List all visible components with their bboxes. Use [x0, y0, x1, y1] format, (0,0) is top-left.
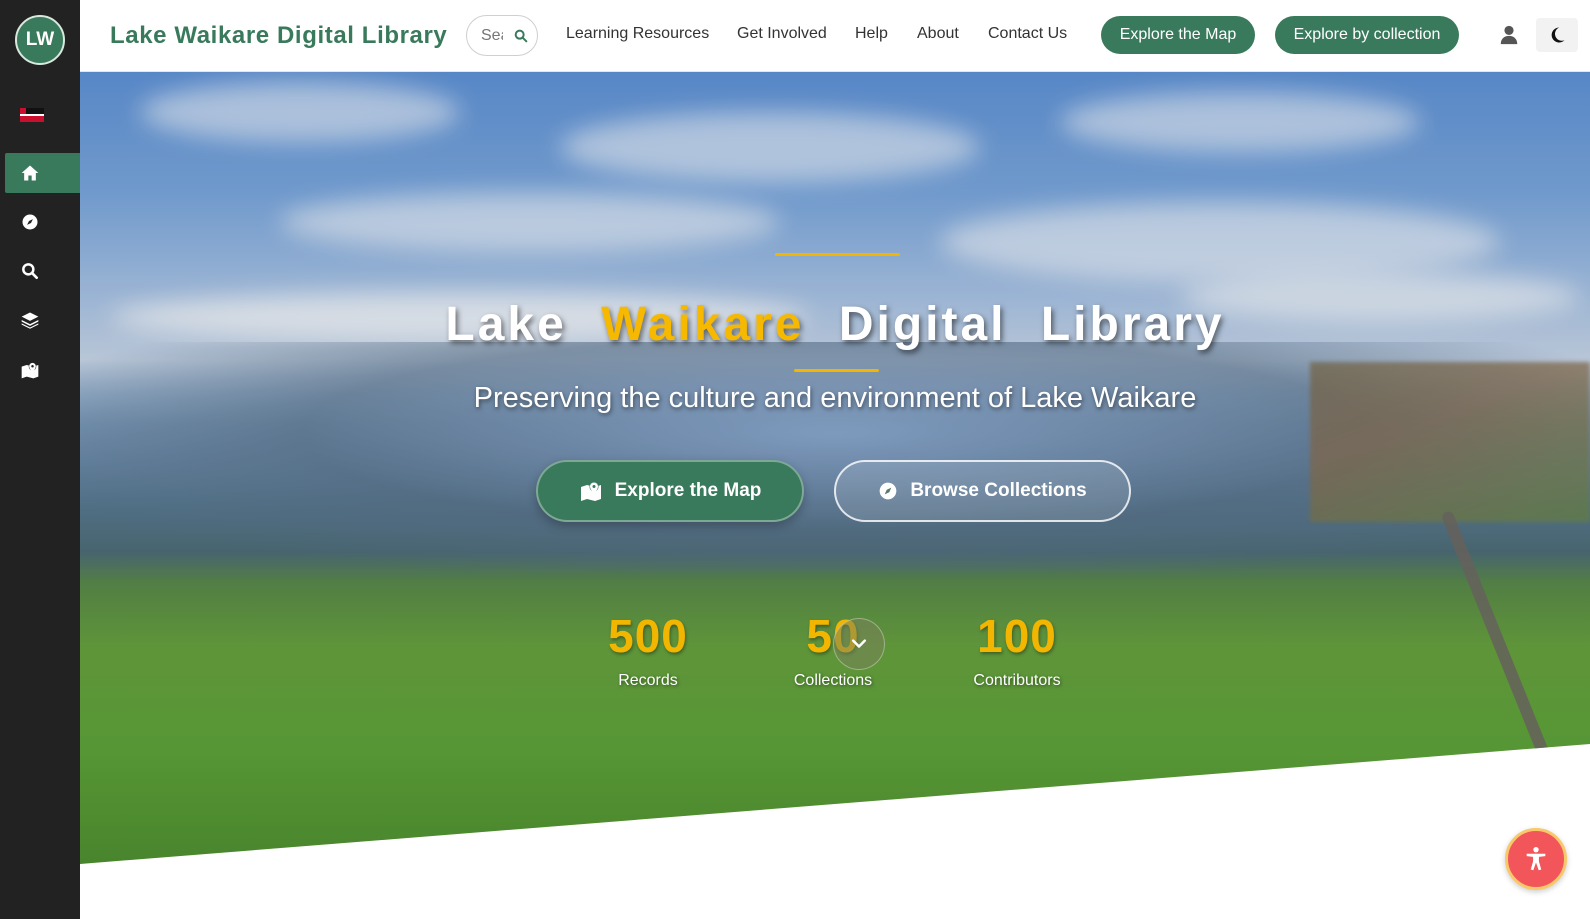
- hero-browse-collections-button[interactable]: Browse Collections: [834, 460, 1131, 522]
- nav-get-involved[interactable]: Get Involved: [737, 25, 827, 43]
- site-title[interactable]: Lake Waikare Digital Library: [110, 22, 447, 50]
- explore-map-button[interactable]: Explore the Map: [1101, 16, 1255, 54]
- sidebar-item-home[interactable]: [5, 153, 85, 193]
- stat-contributors: 100 Contributors: [927, 608, 1107, 690]
- stat-label: Collections: [793, 672, 873, 689]
- search-icon[interactable]: [513, 28, 529, 44]
- top-navbar: Lake Waikare Digital Library Learning Re…: [80, 0, 1590, 72]
- scroll-down-button[interactable]: [833, 618, 885, 670]
- stat-value: 100: [977, 610, 1057, 662]
- stat-label: Records: [618, 672, 678, 689]
- accessibility-button[interactable]: [1505, 828, 1567, 890]
- layers-icon: [21, 312, 39, 329]
- title-accent-line-top: [775, 253, 900, 256]
- sidebar-item-explore[interactable]: [5, 202, 85, 242]
- stat-label: Contributors: [973, 672, 1061, 689]
- title-accent-line-bottom: [794, 369, 879, 372]
- stat-value: 500: [608, 610, 688, 662]
- sidebar-item-search[interactable]: [5, 251, 85, 291]
- home-icon: [21, 165, 39, 181]
- hero-subtitle: Preserving the culture and environment o…: [473, 382, 1197, 414]
- nav-help[interactable]: Help: [855, 25, 888, 43]
- hero-section: Lake Waikare Digital Library Preserving …: [80, 72, 1590, 864]
- site-logo[interactable]: LW: [15, 15, 65, 65]
- sidebar: LW: [0, 0, 85, 919]
- hero-explore-map-button[interactable]: Explore the Map: [536, 460, 804, 522]
- accessibility-icon: [1526, 846, 1546, 871]
- sidebar-item-map[interactable]: [5, 350, 85, 390]
- moon-icon: [1551, 27, 1565, 43]
- search-input[interactable]: [481, 26, 503, 46]
- nav-learning-resources[interactable]: Learning Resources: [566, 25, 709, 43]
- search-box[interactable]: [466, 15, 538, 56]
- dark-mode-toggle[interactable]: [1536, 18, 1578, 52]
- chevron-down-icon: [851, 639, 867, 648]
- nav-contact-us[interactable]: Contact Us: [988, 25, 1067, 43]
- sidebar-item-collections[interactable]: [5, 300, 85, 340]
- compass-icon: [879, 482, 897, 500]
- explore-collection-button[interactable]: Explore by collection: [1275, 16, 1459, 54]
- user-icon[interactable]: [1498, 24, 1520, 46]
- nav-about[interactable]: About: [917, 25, 959, 43]
- compass-icon: [22, 214, 38, 230]
- search-icon: [22, 263, 39, 279]
- hero-title-highlight: Waikare: [601, 298, 805, 351]
- map-marker-icon: [21, 362, 39, 379]
- map-marker-icon: [580, 482, 601, 501]
- language-flag-icon[interactable]: [20, 108, 44, 122]
- hero-title: Lake Waikare Digital Library: [445, 298, 1225, 351]
- stat-records: 500 Records: [558, 608, 738, 690]
